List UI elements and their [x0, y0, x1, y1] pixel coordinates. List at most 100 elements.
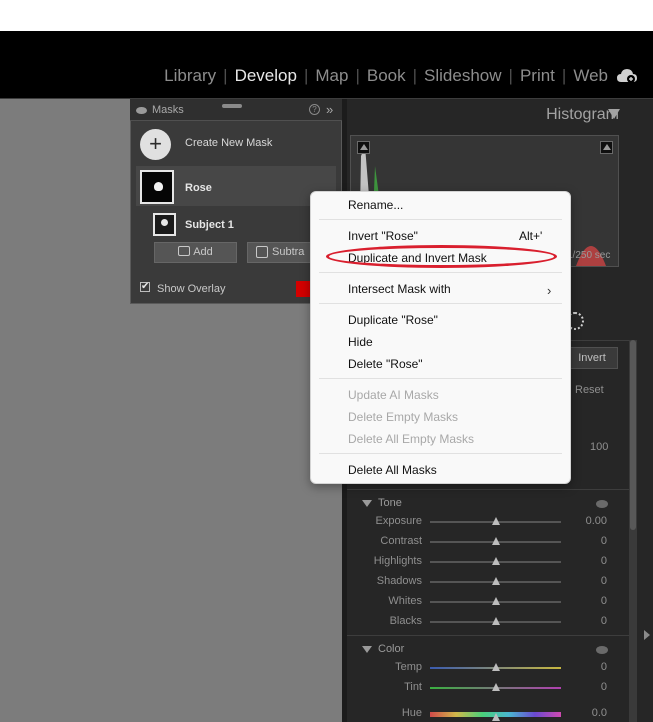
- slider-value[interactable]: 0: [601, 575, 607, 587]
- slider-highlights[interactable]: Highlights 0: [350, 552, 615, 572]
- slider-knob[interactable]: [491, 713, 500, 721]
- slider-knob[interactable]: [491, 663, 500, 671]
- section-divider: [347, 635, 629, 636]
- add-button[interactable]: Add: [154, 242, 237, 263]
- slider-label: Exposure: [375, 515, 422, 527]
- slider-label: Contrast: [380, 535, 422, 547]
- mask-thumbnail[interactable]: [140, 170, 174, 204]
- slider-label: Hue: [401, 707, 422, 719]
- module-picker: Library | Develop | Map | Book | Slideshow | Print…: [157, 66, 615, 86]
- drag-grip-icon[interactable]: [222, 104, 242, 108]
- slider-exposure[interactable]: Exposure 0.00: [350, 512, 615, 532]
- menu-item-intersect-mask[interactable]: Intersect Mask with: [348, 282, 451, 296]
- create-new-mask-label[interactable]: Create New Mask: [185, 137, 272, 149]
- slider-knob[interactable]: [491, 617, 500, 625]
- show-overlay-checkbox[interactable]: ✔: [140, 282, 150, 292]
- slider-value[interactable]: 0: [601, 555, 607, 567]
- panel-toggle-arrow-icon[interactable]: [644, 630, 650, 640]
- color-section-title: Color: [378, 643, 405, 655]
- module-map[interactable]: Map: [308, 66, 355, 86]
- menu-item-delete-empty-masks: Delete Empty Masks: [348, 410, 459, 424]
- amount-value[interactable]: 100: [590, 441, 608, 453]
- highlight-clipping-icon[interactable]: [600, 141, 613, 154]
- color-section-header[interactable]: Color: [362, 643, 404, 655]
- mask-component-name[interactable]: Subject 1: [185, 219, 234, 231]
- subtract-button-label: Subtra: [272, 246, 305, 258]
- collapse-panel-icon[interactable]: »: [326, 102, 333, 117]
- collapse-triangle-icon: [362, 645, 372, 653]
- histogram-collapse-icon[interactable]: [608, 109, 620, 119]
- slider-contrast[interactable]: Contrast 0: [350, 532, 615, 552]
- subtract-mask-icon: [256, 246, 268, 258]
- highlight-annotation: [326, 245, 557, 268]
- create-new-mask-button[interactable]: +: [140, 129, 171, 160]
- slider-value[interactable]: 0: [601, 615, 607, 627]
- module-develop[interactable]: Develop: [228, 66, 304, 86]
- menu-item-delete[interactable]: Delete "Rose": [348, 357, 423, 371]
- cloud-sync-icon[interactable]: [616, 67, 638, 85]
- slider-label: Blacks: [389, 615, 422, 627]
- reset-button[interactable]: Reset: [575, 384, 604, 396]
- tone-visibility-icon[interactable]: [596, 500, 608, 508]
- module-web[interactable]: Web: [566, 66, 615, 86]
- menu-separator: [319, 453, 562, 454]
- slider-knob[interactable]: [491, 517, 500, 525]
- slider-shadows[interactable]: Shadows 0: [350, 572, 615, 592]
- add-button-label: Add: [193, 246, 213, 258]
- slider-value[interactable]: 0: [601, 681, 607, 693]
- collapse-triangle-icon: [362, 499, 372, 507]
- module-library[interactable]: Library: [157, 66, 223, 86]
- shadow-clipping-icon[interactable]: [357, 141, 370, 154]
- menu-item-delete-all-masks[interactable]: Delete All Masks: [348, 463, 437, 477]
- slider-value[interactable]: 0: [601, 595, 607, 607]
- menu-item-rename[interactable]: Rename...: [348, 198, 403, 212]
- show-overlay-label[interactable]: Show Overlay: [157, 283, 225, 295]
- menu-item-update-ai-masks: Update AI Masks: [348, 388, 439, 402]
- tone-section-header[interactable]: Tone: [362, 497, 402, 509]
- eye-icon[interactable]: [136, 107, 147, 114]
- menu-item-delete-all-empty-masks: Delete All Empty Masks: [348, 432, 475, 446]
- color-visibility-icon[interactable]: [596, 646, 608, 654]
- slider-tint[interactable]: Tint 0: [350, 678, 615, 698]
- slider-value[interactable]: 0: [601, 661, 607, 673]
- slider-value[interactable]: 0.00: [586, 515, 607, 527]
- slider-knob[interactable]: [491, 597, 500, 605]
- help-icon[interactable]: ?: [309, 104, 320, 115]
- menu-separator: [319, 219, 562, 220]
- menu-separator: [319, 378, 562, 379]
- menu-item-hide[interactable]: Hide: [348, 335, 373, 349]
- slider-knob[interactable]: [491, 557, 500, 565]
- invert-button[interactable]: Invert: [566, 347, 618, 369]
- module-bar: [0, 31, 653, 98]
- module-print[interactable]: Print: [513, 66, 562, 86]
- mask-name[interactable]: Rose: [185, 182, 212, 194]
- slider-value[interactable]: 0: [601, 535, 607, 547]
- section-divider: [347, 489, 629, 490]
- module-book[interactable]: Book: [360, 66, 413, 86]
- menu-item-duplicate[interactable]: Duplicate "Rose": [348, 313, 438, 327]
- slider-blacks[interactable]: Blacks 0: [350, 612, 615, 632]
- slider-hue[interactable]: Hue 0.0: [350, 704, 615, 722]
- shutter-speed: 1/250 sec: [567, 250, 611, 261]
- slider-knob[interactable]: [491, 577, 500, 585]
- slider-temp[interactable]: Temp 0: [350, 658, 615, 678]
- panel-scroll-thumb[interactable]: [630, 340, 636, 530]
- menu-separator: [319, 303, 562, 304]
- slider-label: Highlights: [373, 555, 422, 567]
- slider-knob[interactable]: [491, 683, 500, 691]
- add-mask-icon: [178, 246, 191, 256]
- menu-separator: [319, 272, 562, 273]
- tone-section-title: Tone: [378, 497, 402, 509]
- slider-knob[interactable]: [491, 537, 500, 545]
- invert-shortcut: Alt+': [519, 229, 543, 243]
- slider-whites[interactable]: Whites 0: [350, 592, 615, 612]
- slider-label: Temp: [395, 661, 422, 673]
- slider-label: Tint: [404, 681, 422, 693]
- lightroom-window: Library | Develop | Map | Book | Slideshow | Print…: [0, 0, 653, 722]
- slider-value[interactable]: 0.0: [592, 707, 607, 719]
- subject-icon[interactable]: [153, 213, 176, 236]
- menu-item-invert[interactable]: Invert "Rose": [348, 229, 418, 243]
- module-slideshow[interactable]: Slideshow: [417, 66, 509, 86]
- top-white-strip: [0, 0, 653, 31]
- submenu-chevron-icon: ›: [547, 283, 552, 298]
